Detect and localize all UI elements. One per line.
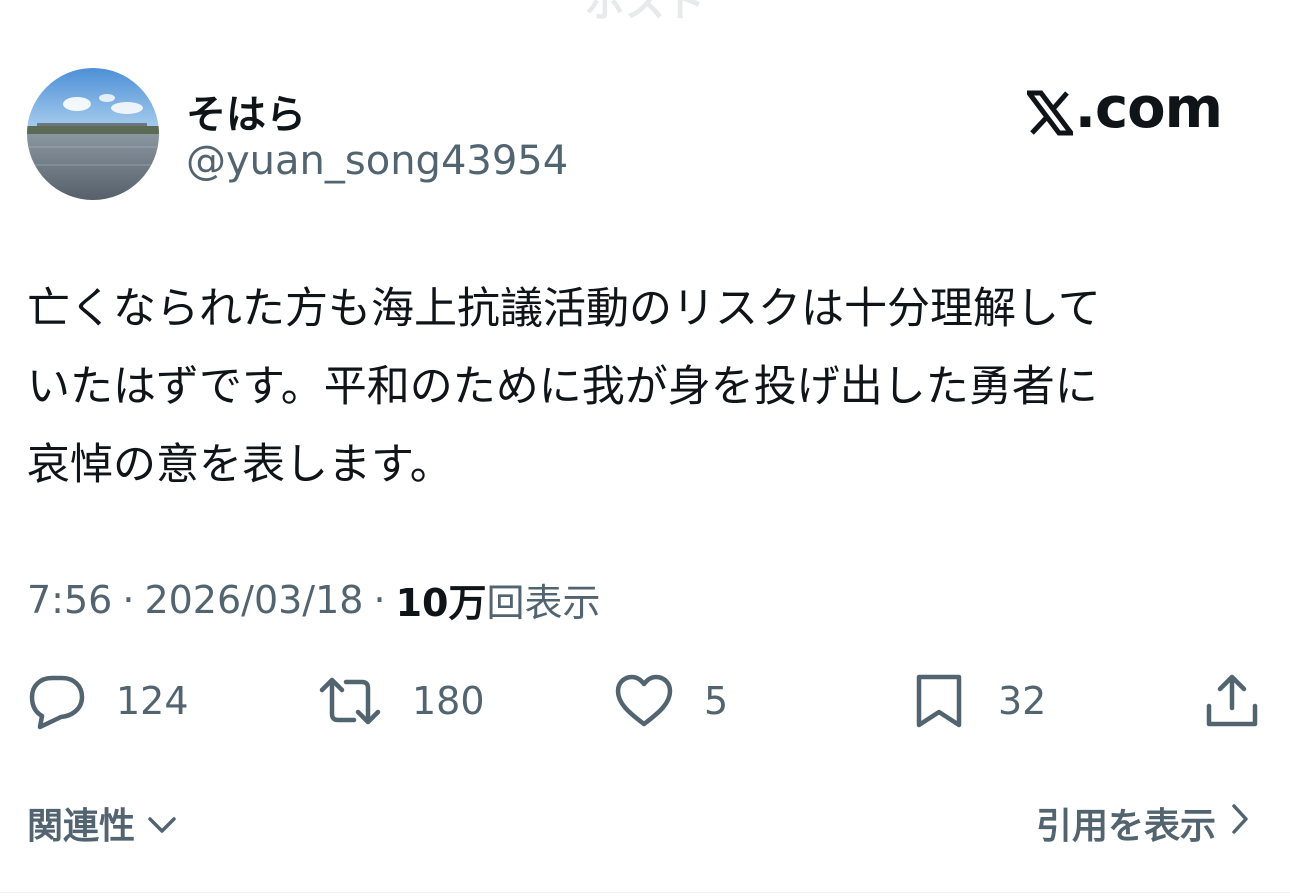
tweet-text: 亡くなられた方も海上抗議活動のリスクは十分理解して いたはずです。平和のために我… (27, 270, 1257, 504)
share-button[interactable] (1204, 666, 1260, 736)
bookmark-button[interactable]: 32 (914, 666, 1046, 736)
chevron-down-icon (135, 803, 177, 844)
action-bar: 124 180 5 32 (0, 666, 1290, 736)
author-handle[interactable]: @yuan_song43954 (186, 138, 568, 184)
brand-text: .com (1074, 75, 1223, 141)
x-logo-icon (1023, 85, 1076, 136)
tweet-text-line: 哀悼の意を表します。 (27, 440, 453, 490)
top-bar: ポスト (0, 0, 1290, 20)
chevron-right-icon (1216, 803, 1250, 844)
views-count: 10万 (395, 581, 487, 625)
heart-icon (614, 672, 674, 730)
divider (0, 892, 1290, 893)
tweet-text-line: いたはずです。平和のために我が身を投げ出した勇者に (27, 362, 1098, 412)
avatar-image (27, 68, 159, 200)
tweet-text-line: 亡くなられた方も海上抗議活動のリスクは十分理解して (27, 284, 1101, 334)
repost-button[interactable]: 180 (318, 666, 485, 736)
bookmark-count: 32 (998, 679, 1047, 723)
view-quotes-label: 引用を表示 (1035, 806, 1216, 847)
like-button[interactable]: 5 (614, 666, 728, 736)
avatar[interactable] (27, 68, 159, 200)
reply-count: 124 (116, 679, 189, 723)
meta-separator: · (373, 577, 386, 622)
reply-icon (28, 672, 86, 730)
page-title: ポスト (0, 0, 1290, 20)
meta-separator: · (122, 577, 135, 622)
tweet-date[interactable]: 2026/03/18 (144, 578, 363, 622)
repost-icon (318, 672, 382, 730)
brand-watermark: .com (1023, 75, 1223, 141)
like-count: 5 (704, 679, 729, 723)
author-display-name[interactable]: そはら (186, 82, 306, 140)
bookmark-icon (914, 672, 964, 730)
share-icon (1204, 672, 1260, 730)
repost-count: 180 (412, 679, 485, 723)
reply-button[interactable]: 124 (28, 666, 189, 736)
sort-relevance-button[interactable]: 関連性 (27, 795, 177, 851)
replies-header: 関連性 引用を表示 (0, 795, 1290, 855)
views-label: 回表示 (486, 581, 601, 625)
tweet-meta: 7:56 · 2026/03/18 · 10万 回表示 (27, 572, 600, 627)
sort-label: 関連性 (27, 806, 136, 847)
view-quotes-button[interactable]: 引用を表示 (1036, 795, 1250, 851)
tweet-time[interactable]: 7:56 (27, 578, 112, 622)
